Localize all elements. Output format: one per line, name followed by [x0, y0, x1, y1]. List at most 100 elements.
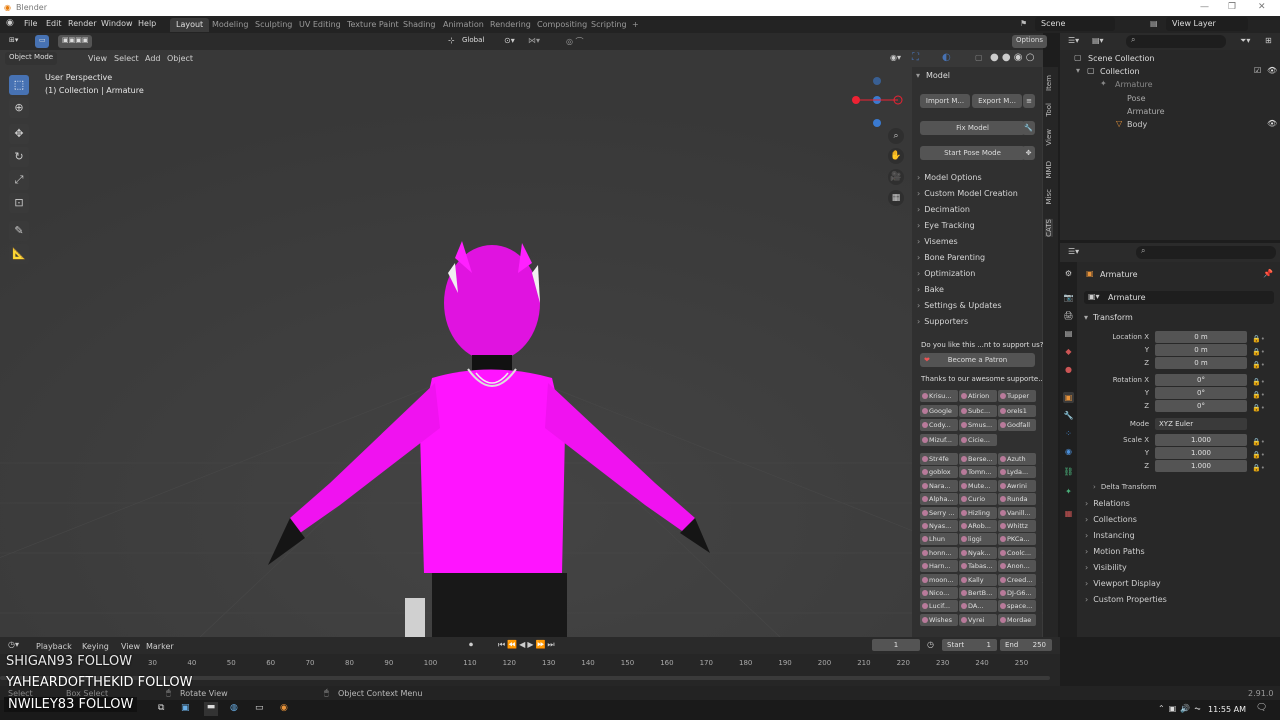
supporter-button[interactable]: Cicie... — [959, 433, 997, 446]
view-layer-tab-icon[interactable]: ▤ — [1063, 328, 1074, 339]
data-tab-icon[interactable]: ✦ — [1063, 486, 1074, 497]
supporter-button[interactable]: Wishes — [920, 613, 958, 626]
section-eye-tracking[interactable]: Eye Tracking — [917, 221, 975, 230]
start-frame-field[interactable]: Start 1 — [942, 639, 997, 651]
section-visibility[interactable]: Visibility — [1085, 563, 1127, 572]
supporter-button[interactable]: Serry ... — [920, 506, 958, 519]
location-x-field[interactable]: 0 m — [1155, 331, 1247, 343]
tab-animation[interactable]: Animation — [437, 18, 490, 32]
taskbar-app4-icon[interactable]: ▭ — [255, 703, 264, 713]
section-custom-properties[interactable]: Custom Properties — [1085, 595, 1167, 604]
supporter-button[interactable]: Subc... — [959, 404, 997, 417]
transform-arrow-icon[interactable]: ▾ — [1084, 313, 1088, 322]
supporter-button[interactable]: Coolc... — [998, 546, 1036, 559]
supporter-button[interactable]: Lucif... — [920, 600, 958, 613]
tab-shading[interactable]: Shading — [397, 18, 442, 32]
overlay-toggle-icon[interactable]: ◐ — [942, 52, 951, 63]
tab-uv-editing[interactable]: UV Editing — [293, 18, 347, 32]
tab-tool[interactable]: Tool — [1045, 103, 1053, 117]
pivot-icon[interactable]: ⊙▾ — [504, 36, 515, 45]
outliner-armature-object[interactable]: Armature — [1115, 80, 1153, 89]
physics-tab-icon[interactable]: ◉ — [1063, 446, 1074, 457]
supporter-button[interactable]: Nyak... — [959, 546, 997, 559]
section-visemes[interactable]: Visemes — [917, 237, 958, 246]
datablock-field[interactable]: ▣▾ Armature — [1084, 291, 1274, 304]
camera-view-icon[interactable]: 🎥 — [888, 169, 904, 185]
supporter-button[interactable]: ARob... — [959, 520, 997, 532]
ortho-grid-icon[interactable]: ▦ — [888, 190, 904, 206]
collection-checkbox-icon[interactable]: ☑ — [1254, 66, 1261, 75]
close-icon[interactable]: ✕ — [1258, 2, 1266, 12]
pan-hand-icon[interactable]: ✋ — [888, 148, 904, 164]
supporter-button[interactable]: Hizling — [959, 506, 997, 519]
filter-icon[interactable]: ⏷▾ — [1240, 36, 1250, 46]
menu-edit[interactable]: Edit — [46, 19, 62, 28]
collection-visibility-icon[interactable]: 👁 — [1267, 66, 1277, 75]
supporter-button[interactable]: goblox — [920, 466, 958, 479]
texture-tab-icon[interactable]: ▦ — [1063, 508, 1074, 519]
section-decimation[interactable]: Decimation — [917, 205, 970, 214]
tray-icons[interactable]: ⌃▣🔊⏦ — [1158, 704, 1205, 714]
supporter-button[interactable]: Lhun — [920, 533, 958, 546]
tab-layout[interactable]: Layout — [170, 18, 210, 32]
menu-object[interactable]: Object — [167, 54, 193, 63]
preview-range-icon[interactable]: ◷ — [927, 640, 934, 649]
supporter-button[interactable]: Azuth — [998, 453, 1036, 465]
move-tool-icon[interactable]: ✥ — [9, 124, 29, 144]
expand-arrow-icon[interactable]: ▾ — [1076, 66, 1080, 75]
supporter-button[interactable]: Whittz — [998, 520, 1036, 532]
location-z-field[interactable]: 0 m — [1155, 357, 1247, 369]
task-view-icon[interactable]: ⧉ — [158, 703, 164, 713]
measure-tool-icon[interactable]: 📐 — [9, 244, 29, 264]
menu-file[interactable]: File — [24, 19, 37, 28]
properties-editor-icon[interactable]: ☰▾ — [1068, 247, 1079, 256]
tab-mmd[interactable]: MMD — [1045, 161, 1053, 178]
object-tab-icon[interactable]: ▣ — [1063, 392, 1074, 403]
scale-z-field[interactable]: 1.000 — [1155, 460, 1247, 472]
current-frame-field[interactable]: 1 — [872, 639, 920, 651]
scene-selector[interactable]: Scene — [1035, 17, 1115, 31]
outliner-armature-data[interactable]: Armature — [1127, 107, 1165, 116]
cursor-tool-icon[interactable]: ⊕ — [9, 98, 29, 118]
tab-cats[interactable]: CATS — [1045, 219, 1053, 237]
menu-window[interactable]: Window — [101, 19, 133, 28]
select-tool-icon[interactable]: ▭ — [35, 35, 49, 48]
pose-settings-icon[interactable]: ✥ — [1022, 146, 1035, 160]
mode-dropdown[interactable]: Object Mode — [5, 52, 58, 65]
render-tab-icon[interactable]: 📷 — [1063, 292, 1074, 303]
outliner-editor-icon[interactable]: ☰▾ — [1068, 36, 1079, 45]
section-viewport-display[interactable]: Viewport Display — [1085, 579, 1160, 588]
gizmo-toggle-icon[interactable]: ⛶ — [912, 52, 919, 63]
supporter-button[interactable]: Cody... — [920, 419, 958, 431]
supporter-button[interactable]: Smus... — [959, 419, 997, 431]
supporter-button[interactable]: honn... — [920, 546, 958, 559]
zoom-icon[interactable]: ⌕ — [888, 128, 904, 144]
particles-tab-icon[interactable]: ⁘ — [1063, 428, 1074, 439]
tab-sculpting[interactable]: Sculpting — [249, 18, 298, 32]
supporter-button[interactable]: liggi — [959, 533, 997, 546]
tab-view[interactable]: View — [1045, 129, 1053, 146]
maximize-icon[interactable]: ❐ — [1228, 2, 1236, 12]
collapse-arrow-icon[interactable]: ▾ — [916, 71, 920, 80]
outliner-search-input[interactable]: ⌕ — [1126, 35, 1226, 48]
section-custom-model[interactable]: Custom Model Creation — [917, 189, 1018, 198]
record-icon[interactable]: ⏺ — [469, 640, 473, 650]
pin-icon[interactable]: 📌 — [1263, 269, 1273, 278]
supporter-button[interactable]: Vyrei — [959, 613, 997, 626]
tab-rendering[interactable]: Rendering — [484, 18, 537, 32]
timeline-menu-playback[interactable]: Playback — [36, 642, 72, 651]
tool-tab-icon[interactable]: ⚙ — [1063, 268, 1074, 279]
taskbar-steam-icon[interactable]: ◍ — [230, 703, 238, 713]
supporter-button[interactable]: Harn... — [920, 560, 958, 573]
supporter-button[interactable]: BertB... — [959, 587, 997, 599]
supporter-button[interactable]: Nara... — [920, 479, 958, 492]
supporter-button[interactable]: Mizuf... — [920, 433, 958, 446]
supporter-button[interactable]: DA... — [959, 600, 997, 613]
tab-modeling[interactable]: Modeling — [206, 18, 254, 32]
section-bake[interactable]: Bake — [917, 285, 944, 294]
supporter-button[interactable]: Kally — [959, 573, 997, 586]
tab-texture-paint[interactable]: Texture Paint — [341, 18, 405, 32]
taskbar-blender-icon[interactable]: ◉ — [280, 703, 288, 713]
scale-tool-icon[interactable]: ⤢ — [9, 170, 29, 190]
snap-icon[interactable]: ⋈▾ — [528, 36, 540, 45]
